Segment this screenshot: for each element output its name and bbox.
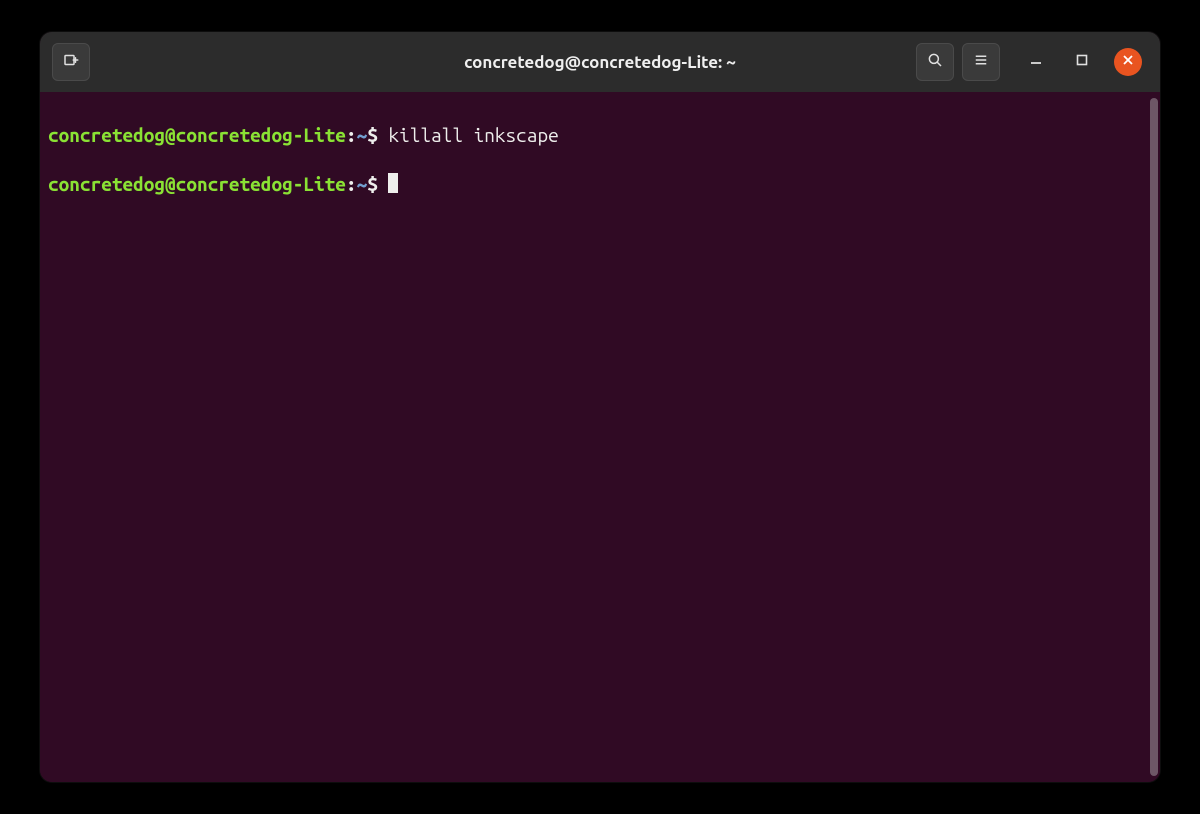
terminal-window: concretedog@concretedog-Lite: ~ [40, 32, 1160, 782]
close-button[interactable] [1114, 48, 1142, 76]
window-title: concretedog@concretedog-Lite: ~ [464, 53, 736, 72]
command-text: killall inkscape [378, 124, 559, 146]
hamburger-icon [972, 51, 990, 73]
prompt-colon: : [346, 124, 357, 146]
terminal-line: concretedog@concretedog-Lite:~$ [48, 172, 1156, 197]
close-icon [1121, 53, 1135, 71]
prompt-user-host: concretedog@concretedog-Lite [48, 124, 346, 146]
scrollbar[interactable] [1150, 98, 1158, 776]
maximize-icon [1075, 53, 1089, 71]
search-button[interactable] [916, 43, 954, 81]
maximize-button[interactable] [1068, 48, 1096, 76]
terminal-body[interactable]: concretedog@concretedog-Lite:~$ killall … [40, 92, 1160, 782]
terminal-cursor [388, 173, 398, 193]
prompt-path: ~ [357, 173, 368, 195]
new-tab-button[interactable] [52, 43, 90, 81]
prompt-dollar: $ [367, 124, 378, 146]
minimize-icon [1029, 53, 1043, 71]
new-tab-icon [62, 51, 80, 73]
prompt-dollar: $ [367, 173, 378, 195]
prompt-user-host: concretedog@concretedog-Lite [48, 173, 346, 195]
search-icon [926, 51, 944, 73]
command-text [378, 173, 389, 195]
minimize-button[interactable] [1022, 48, 1050, 76]
titlebar-left [52, 43, 90, 81]
terminal-line: concretedog@concretedog-Lite:~$ killall … [48, 123, 1156, 148]
window-controls [1022, 48, 1142, 76]
menu-button[interactable] [962, 43, 1000, 81]
prompt-colon: : [346, 173, 357, 195]
titlebar: concretedog@concretedog-Lite: ~ [40, 32, 1160, 92]
prompt-path: ~ [357, 124, 368, 146]
titlebar-right [916, 43, 1148, 81]
